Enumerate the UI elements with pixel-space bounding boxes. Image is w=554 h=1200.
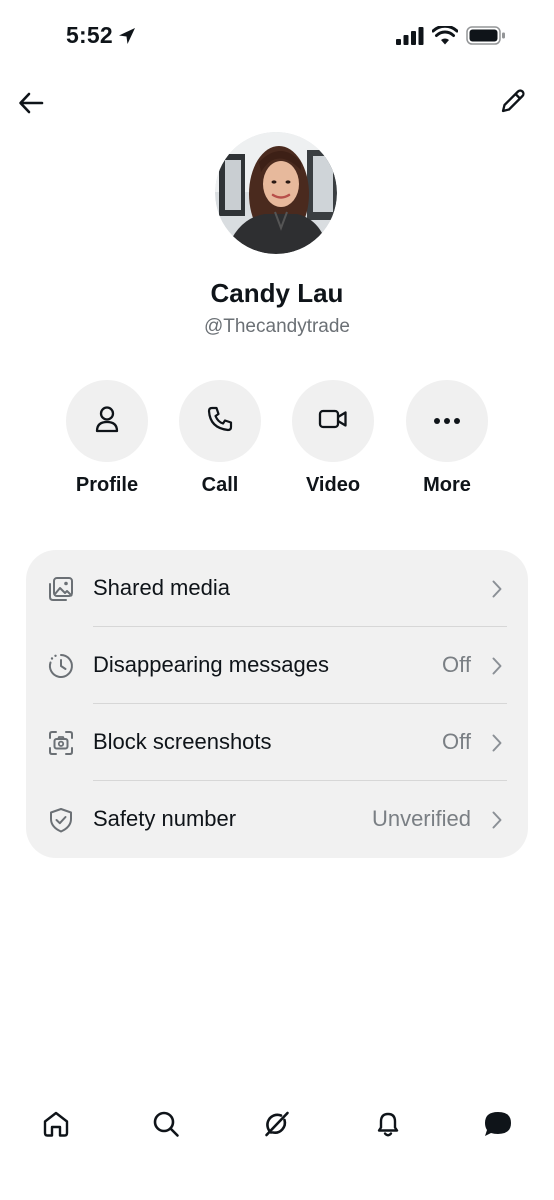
shared-media-icon: [46, 574, 76, 604]
profile-button[interactable]: Profile: [52, 380, 162, 497]
settings-row-label: Safety number: [93, 806, 237, 831]
call-button-label: Call: [201, 474, 239, 496]
arrow-left-icon: [18, 91, 44, 120]
display-name: Candy Lau: [210, 278, 344, 308]
bell-icon: [373, 1109, 403, 1144]
more-button-label: More: [423, 474, 471, 496]
more-dots-icon: [433, 412, 461, 430]
chevron-right-icon: [490, 655, 504, 677]
username-handle: @Thecandytrade: [203, 316, 351, 337]
settings-row-value: Unverified: [371, 806, 471, 831]
settings-row-block-screenshots[interactable]: Block screenshots Off: [26, 704, 528, 781]
video-button[interactable]: Video: [278, 380, 388, 497]
top-nav: [0, 82, 554, 126]
location-arrow-icon: [117, 26, 137, 46]
profile-button-label: Profile: [75, 474, 139, 496]
home-icon: [41, 1109, 71, 1144]
status-time-text: 5:52: [66, 22, 113, 48]
edit-button[interactable]: [498, 88, 528, 118]
call-button-circle[interactable]: [179, 380, 261, 462]
chevron-right-icon: [490, 732, 504, 754]
settings-row-safety-number[interactable]: Safety number Unverified: [26, 781, 528, 858]
phone-icon: [206, 405, 234, 438]
shield-check-icon: [46, 805, 76, 835]
video-button-label: Video: [305, 474, 361, 496]
settings-row-shared-media[interactable]: Shared media: [26, 550, 528, 627]
action-buttons: Profile Call Video More: [0, 380, 554, 500]
settings-row-value: Off: [442, 729, 471, 754]
screenshot-camera-icon: [46, 728, 76, 758]
tab-notifications[interactable]: [368, 1106, 408, 1146]
tab-messages[interactable]: [478, 1106, 518, 1146]
settings-row-value: Off: [442, 652, 471, 677]
tab-grok[interactable]: [257, 1106, 297, 1146]
search-icon: [151, 1109, 181, 1144]
messages-icon: [482, 1109, 514, 1144]
conversation-settings-card: Shared media Disappearing messages Off B…: [26, 550, 528, 858]
avatar[interactable]: [215, 132, 337, 254]
chevron-right-icon: [490, 809, 504, 831]
settings-row-disappearing-messages[interactable]: Disappearing messages Off: [26, 627, 528, 704]
wifi-icon: [432, 26, 458, 45]
profile-button-circle[interactable]: [66, 380, 148, 462]
timer-clock-icon: [46, 651, 76, 681]
status-bar: 5:52: [0, 0, 554, 76]
chevron-right-icon: [490, 578, 504, 600]
more-button[interactable]: More: [392, 380, 502, 497]
pencil-icon: [500, 88, 526, 119]
person-icon: [94, 405, 120, 438]
call-button[interactable]: Call: [165, 380, 275, 497]
settings-row-label: Disappearing messages: [93, 652, 330, 677]
settings-row-label: Shared media: [93, 575, 230, 600]
cellular-signal-icon: [396, 26, 424, 45]
video-camera-icon: [318, 408, 348, 435]
status-time: 5:52: [66, 22, 137, 49]
grok-icon: [262, 1109, 292, 1144]
bottom-tab-bar: [0, 1098, 554, 1154]
back-button[interactable]: [16, 90, 46, 120]
status-indicators: [396, 26, 506, 45]
settings-row-label: Block screenshots: [93, 729, 272, 754]
more-button-circle[interactable]: [406, 380, 488, 462]
tab-home[interactable]: [36, 1106, 76, 1146]
battery-icon: [466, 26, 506, 45]
tab-search[interactable]: [146, 1106, 186, 1146]
video-button-circle[interactable]: [292, 380, 374, 462]
